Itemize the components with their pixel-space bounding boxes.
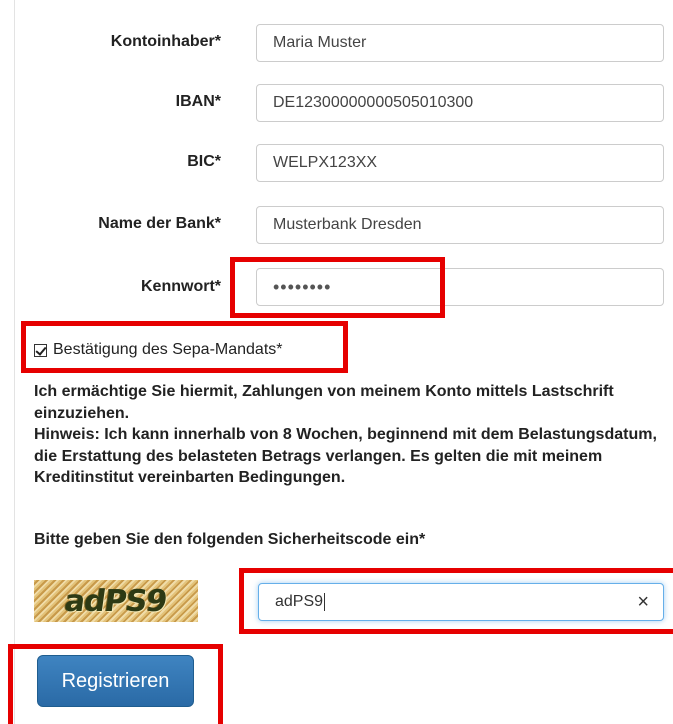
- security-code-label: Bitte geben Sie den folgenden Sicherheit…: [34, 531, 426, 548]
- iban-label: IBAN*: [175, 93, 221, 110]
- captcha-image: adPS9: [34, 580, 198, 622]
- iban-value: DE12300000000505010300: [273, 94, 474, 111]
- sepa-highlight-box: [21, 321, 348, 373]
- mandate-notice-text: Hinweis: Ich kann innerhalb von 8 Wochen…: [34, 426, 657, 486]
- captcha-image-text: adPS9: [62, 583, 170, 619]
- mandate-authorization-text: Ich ermächtige Sie hiermit, Zahlungen vo…: [34, 383, 614, 422]
- bic-value: WELPX123XX: [273, 154, 378, 171]
- captcha-highlight-box: [239, 568, 673, 634]
- password-label: Kennwort*: [141, 278, 221, 295]
- left-border-line: [14, 0, 15, 724]
- mandate-text-block: Ich ermächtige Sie hiermit, Zahlungen vo…: [34, 381, 669, 489]
- register-highlight-box: [8, 644, 223, 724]
- password-highlight-box: [230, 257, 445, 318]
- bic-field[interactable]: WELPX123XX: [256, 144, 664, 182]
- iban-field[interactable]: DE12300000000505010300: [256, 84, 664, 122]
- bank-name-field[interactable]: Musterbank Dresden: [256, 206, 664, 244]
- account-holder-field[interactable]: Maria Muster: [256, 24, 664, 62]
- bic-label: BIC*: [187, 153, 221, 170]
- account-holder-label: Kontoinhaber*: [110, 33, 221, 50]
- bank-name-value: Musterbank Dresden: [273, 216, 422, 233]
- account-holder-value: Maria Muster: [273, 34, 367, 51]
- bank-name-label: Name der Bank*: [98, 215, 221, 232]
